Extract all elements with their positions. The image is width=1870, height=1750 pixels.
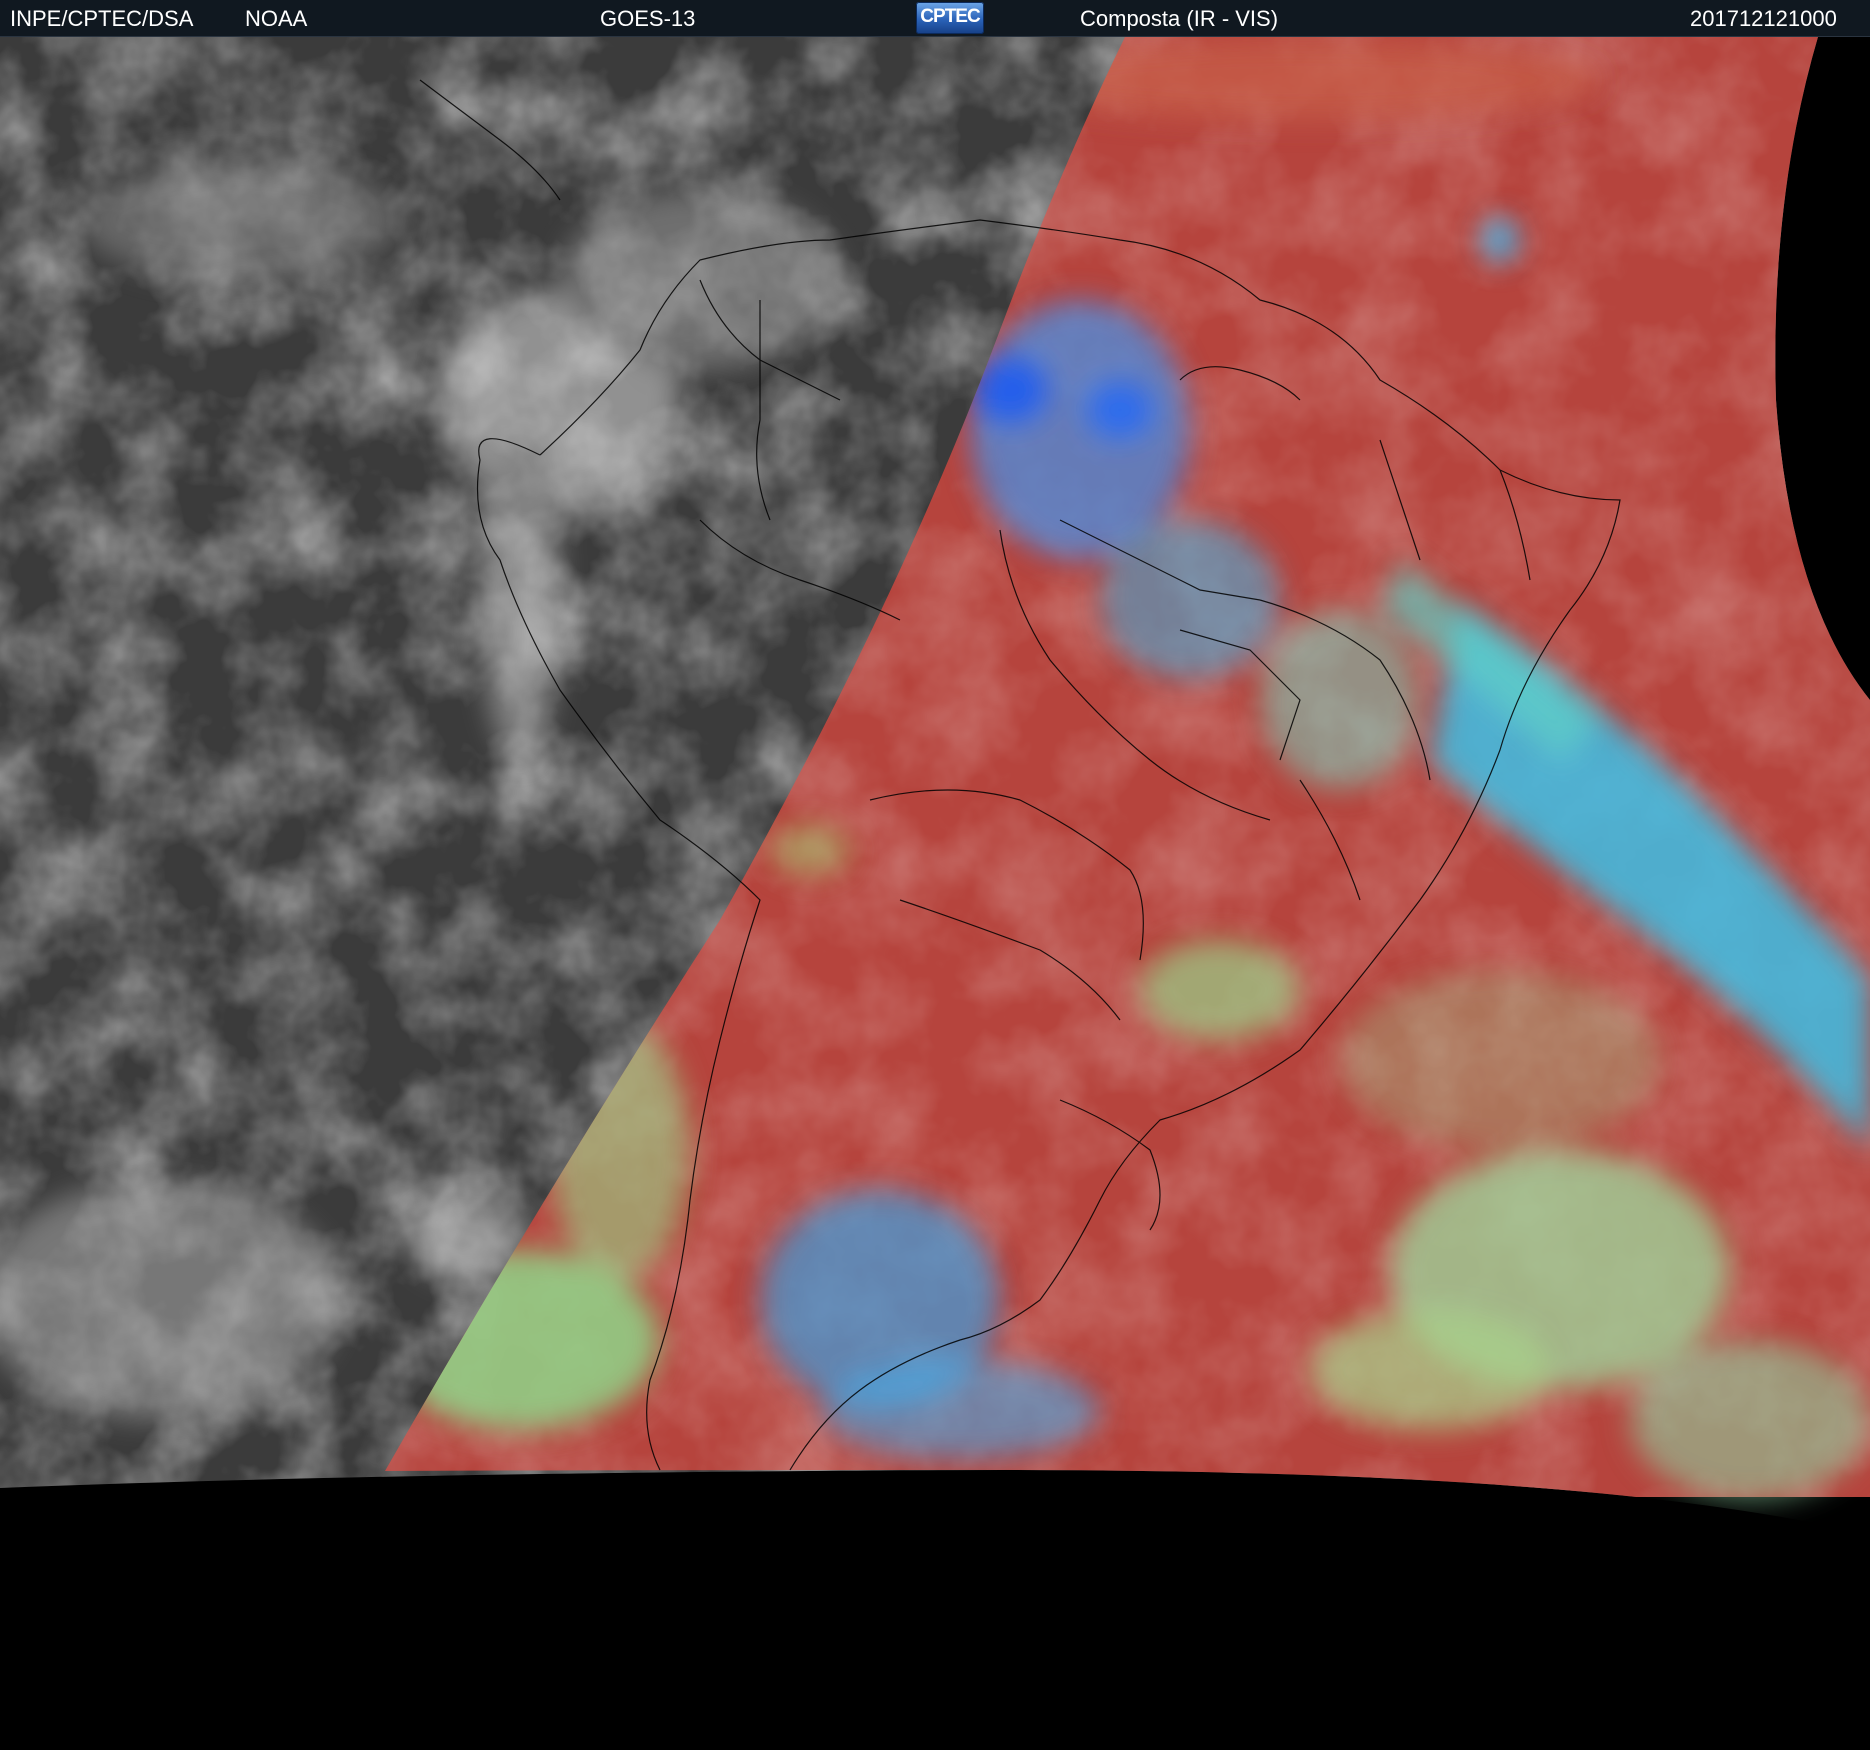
header-bar: INPE/CPTEC/DSA NOAA GOES-13 CPTEC Compos… xyxy=(0,0,1870,37)
satellite-image xyxy=(0,37,1870,1500)
agency-label: INPE/CPTEC/DSA xyxy=(10,6,194,31)
product-label: Composta (IR - VIS) xyxy=(1080,6,1279,31)
satellite-label: GOES-13 xyxy=(600,6,696,31)
timestamp-label: 201712121000 xyxy=(1690,6,1837,31)
cptec-logo: CPTEC xyxy=(916,2,984,34)
provider-label: NOAA xyxy=(245,6,308,31)
